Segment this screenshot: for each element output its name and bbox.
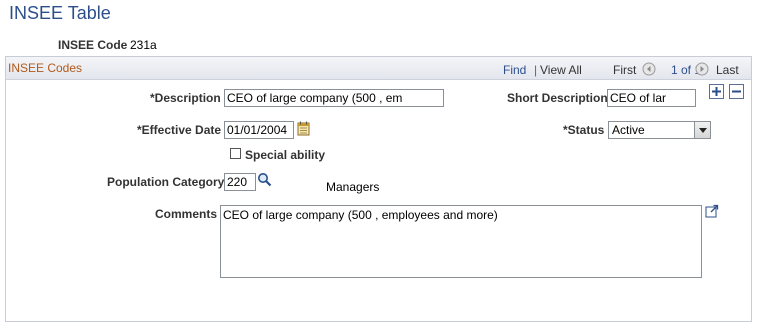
nav-separator: | (534, 63, 538, 77)
next-arrow-icon[interactable] (695, 62, 709, 76)
short-description-label: Short Description (507, 91, 608, 105)
effective-date-input[interactable] (224, 121, 294, 139)
calendar-icon[interactable] (297, 121, 310, 136)
description-label: *Description (150, 91, 221, 105)
find-link[interactable]: Find (503, 63, 526, 77)
view-all-link[interactable]: View All (540, 63, 582, 77)
minus-icon[interactable] (729, 84, 744, 99)
special-ability-label: Special ability (245, 148, 326, 162)
status-label: *Status (563, 123, 605, 137)
description-input[interactable] (224, 89, 444, 107)
population-category-description: Managers (326, 180, 380, 194)
population-category-input[interactable] (224, 173, 256, 191)
status-selected-value: Active (612, 123, 645, 137)
short-description-input[interactable] (607, 89, 696, 107)
insee-code-label: INSEE Code (58, 38, 128, 52)
insee-code-value: 231a (130, 38, 157, 52)
prev-arrow-icon[interactable] (642, 62, 656, 76)
plus-icon[interactable] (709, 84, 724, 99)
status-select[interactable]: Active (608, 121, 711, 139)
chevron-down-icon[interactable] (694, 122, 710, 138)
first-link[interactable]: First (613, 63, 636, 77)
page-title: INSEE Table (9, 3, 111, 23)
special-ability-checkbox[interactable] (230, 148, 241, 159)
expand-icon[interactable] (705, 204, 719, 218)
grid-title: INSEE Codes (8, 61, 83, 75)
magnifier-icon[interactable] (257, 172, 272, 187)
comments-label: Comments (155, 207, 218, 221)
grid-header: INSEE Codes Find | View All First 1 of 1… (6, 57, 751, 80)
last-link[interactable]: Last (716, 63, 739, 77)
comments-textarea[interactable]: CEO of large company (500 , employees an… (220, 205, 702, 278)
effective-date-label: *Effective Date (137, 123, 222, 137)
population-category-label: Population Category (107, 175, 225, 189)
